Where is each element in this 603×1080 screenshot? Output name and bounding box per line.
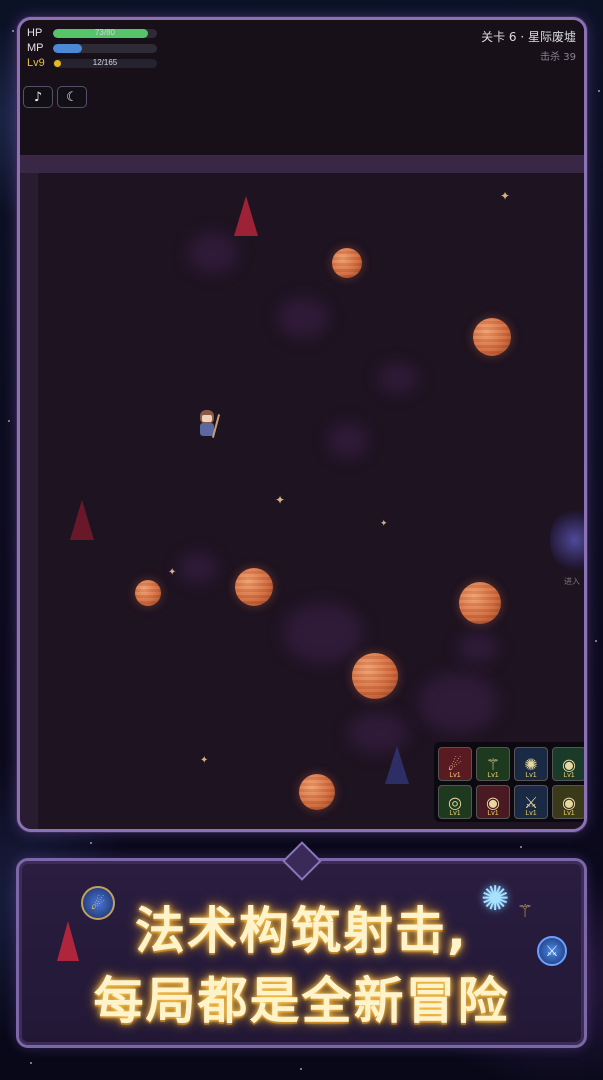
dungeon-wall-top [20,155,584,173]
level-info: 关卡 6 · 星际废墟 击杀 39 [481,28,576,63]
mp-label: MP [27,42,44,54]
player-level: Lv9 [27,57,45,69]
skill-slot[interactable]: ☄ Lv1 [438,747,472,781]
skill-level: Lv1 [449,810,461,817]
mp-bar [53,43,157,53]
skill-slot[interactable]: ◉ Lv1 [552,747,584,781]
player-stats: HP 73/80 MP Lv9 12/165 [27,26,162,71]
promo-banner: ☄ ✺ ⚚ ⚔ 法术构筑射击, 每局都是全新冒险 [16,841,587,1048]
crystal-tree-enemy [385,746,409,784]
ring-icon: ◎ [448,792,462,812]
sparkle-icon: ✦ [380,519,388,529]
planet-enemy [299,774,335,810]
skill-slots: ☄ Lv1 ⚚ Lv1 ✺ Lv1 ◉ Lv1 ◎ Lv1 ◉ Lv1 ⚔ Lv1 ◉ Lv1 [434,742,584,822]
level-title: 关卡 6 · 星际废墟 [481,30,576,44]
comet-icon: ☄ [447,754,463,774]
music-note-icon: ♪ [33,89,43,105]
xp-bar: 12/165 [53,58,157,68]
dungeon-floor [38,173,584,829]
player-character [195,410,221,440]
banner-subheadline: 每局都是全新冒险 [93,972,510,1030]
sparkle-icon: ✦ [168,567,177,578]
skill-level: Lv1 [563,810,575,817]
bone-icon: ⚚ [485,754,501,774]
earth-icon: ◉ [486,792,500,812]
skill-slot[interactable]: ⚚ Lv1 [476,747,510,781]
sparkle-icon: ✦ [500,189,511,203]
settings-moon-button[interactable]: ☾ [57,86,87,108]
skill-level: Lv1 [525,772,537,779]
mp-bar-fill [53,43,83,53]
skill-level: Lv1 [487,772,499,779]
planet-enemy [473,318,511,356]
globe-icon: ◉ [562,754,576,774]
portal-label: 进入 [564,577,580,586]
planet-enemy [332,248,362,278]
skill-slot[interactable]: ⚔ Lv1 [514,785,548,819]
xp-value: 12/165 [92,58,118,67]
dungeon-wall-left [20,173,38,829]
skill-slot[interactable]: ◉ Lv1 [552,785,584,819]
music-toggle-button[interactable]: ♪ [23,86,53,108]
sparkle-icon: ✦ [200,755,209,766]
skill-slot[interactable]: ✺ Lv1 [514,747,548,781]
crystal-tree-enemy [234,196,258,236]
sparkle-icon: ✦ [275,493,286,507]
hp-label: HP [27,27,43,39]
skill-slot[interactable]: ◎ Lv1 [438,785,472,819]
game-viewport[interactable]: ✦ ✦ ✦ ✦ ✦ 进入 HP 73/80 MP Lv9 12/165 ♪ ☾ … [17,17,587,832]
planet-enemy [459,582,501,624]
hp-bar: 73/80 [53,28,157,38]
skill-slot[interactable]: ◉ Lv1 [476,785,510,819]
skill-level: Lv1 [563,772,575,779]
planet-enemy [235,568,273,606]
sword-icon: ⚔ [523,792,539,812]
level-row: Lv9 12/165 [27,56,162,70]
skill-level: Lv1 [449,772,461,779]
frost-icon: ✺ [524,754,538,774]
planet-enemy [135,580,161,606]
hp-value: 73/80 [94,28,116,37]
moon-icon: ☾ [66,89,78,105]
skill-level: Lv1 [487,810,499,817]
skill-level: Lv1 [525,810,537,817]
mp-row: MP [27,41,162,55]
planet-enemy [352,653,398,699]
banner-headline: 法术构筑射击, [135,902,468,960]
crystal-tree-enemy [70,500,94,540]
hp-row: HP 73/80 [27,26,162,40]
kill-count: 击杀 39 [540,52,576,63]
flame-orb-icon: ◉ [562,792,576,812]
